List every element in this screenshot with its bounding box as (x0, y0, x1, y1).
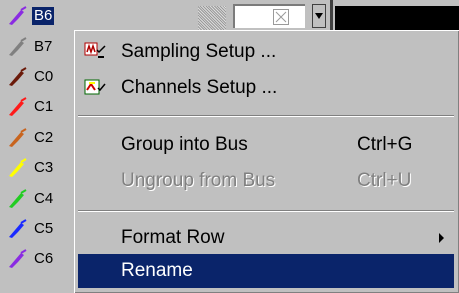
menu-item-ungroup-from-bus[interactable]: Ungroup from Bus Ctrl+U (78, 164, 454, 198)
probe-icon (6, 157, 30, 178)
channel-row-c3[interactable]: C3 (0, 155, 80, 180)
menu-item-label: Format Row (121, 227, 225, 248)
menu-item-rename[interactable]: Rename (78, 254, 454, 288)
channel-row-c6[interactable]: C6 (0, 246, 80, 271)
channel-row-c2[interactable]: C2 (0, 125, 80, 150)
menu-item-sampling-setup[interactable]: Sampling Setup ... (78, 35, 454, 69)
menu-item-label: Rename (121, 260, 193, 281)
probe-icon (6, 96, 30, 117)
channel-label: B6 (32, 6, 55, 25)
probe-icon (6, 188, 30, 209)
menu-item-label: Channels Setup ... (121, 77, 278, 98)
channel-row-c1[interactable]: C1 (0, 94, 80, 119)
probe-icon (6, 66, 30, 87)
dropdown-button[interactable] (312, 4, 326, 28)
chevron-right-icon (439, 233, 444, 243)
menu-item-label: Ungroup from Bus (121, 170, 276, 191)
menu-item-format-row[interactable]: Format Row (78, 221, 454, 255)
menu-item-channels-setup[interactable]: Channels Setup ... (78, 71, 454, 105)
channel-label: C3 (34, 158, 54, 176)
channel-list: B6 B7 C0 C1 C2 C3 C4 C5 C6 (0, 0, 80, 293)
probe-icon (6, 218, 30, 239)
probe-icon (6, 248, 30, 269)
state-cell[interactable] (233, 4, 305, 28)
probe-icon (6, 5, 30, 26)
channel-label: C5 (34, 219, 54, 237)
channel-row-c5[interactable]: C5 (0, 216, 80, 241)
dither-pattern (198, 6, 226, 30)
menu-item-shortcut: Ctrl+U (357, 170, 412, 191)
channel-label: C4 (34, 189, 54, 207)
x-box-icon (273, 9, 289, 25)
menu-separator (78, 115, 454, 117)
menu-item-group-into-bus[interactable]: Group into Bus Ctrl+G (78, 128, 454, 162)
channel-label: C0 (34, 67, 54, 85)
channel-row-b7[interactable]: B7 (0, 34, 80, 59)
sampling-setup-icon (83, 40, 107, 64)
channel-label: C6 (34, 249, 54, 267)
menu-item-shortcut: Ctrl+G (357, 134, 413, 155)
channels-setup-icon (83, 76, 107, 100)
divider (330, 0, 333, 30)
menu-separator (78, 210, 454, 212)
chevron-down-icon (315, 13, 323, 19)
menu-item-label: Sampling Setup ... (121, 41, 277, 62)
context-menu: Sampling Setup ... Channels Setup ... Gr… (74, 30, 459, 293)
probe-icon (6, 36, 30, 57)
channel-label: C1 (34, 97, 54, 115)
channel-row-b6[interactable]: B6 (0, 3, 80, 28)
menu-item-label: Group into Bus (121, 134, 248, 155)
probe-icon (6, 127, 30, 148)
channel-row-c4[interactable]: C4 (0, 186, 80, 211)
toolbar-strip (80, 0, 459, 30)
waveform-area[interactable] (335, 6, 459, 30)
channel-row-c0[interactable]: C0 (0, 64, 80, 89)
channel-label: B7 (34, 37, 53, 55)
channel-label: C2 (34, 128, 54, 146)
